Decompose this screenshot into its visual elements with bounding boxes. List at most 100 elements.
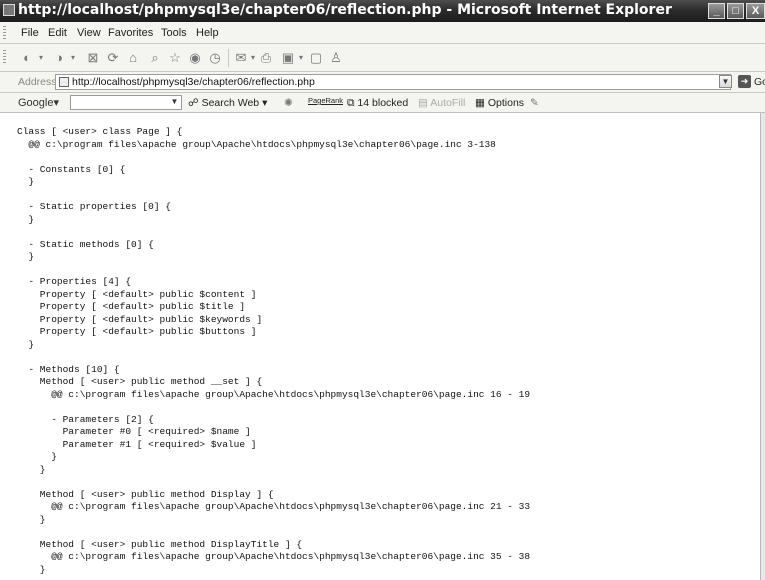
window-title: http://localhost/phpmysql3e/chapter06/re… [18,2,672,18]
output-line: } [17,463,46,475]
output-line: - Constants [0] { [17,163,126,175]
reflection-output: Class [ <user> class Page ] { @@ c:\prog… [17,126,530,580]
standard-toolbar: ◐ ▾ ◑ ▾ ⊠ ⟳ ⌂ ⌕ ☆ ◉ ◷ ✉ ▾ ⎙ ▣ ▾ ▢ ♙ [0,44,765,72]
back-dropdown-icon[interactable]: ▾ [37,50,45,65]
site-search-icon[interactable]: ✺ [284,97,293,109]
search-web-label: Search Web [201,97,260,109]
autofill-icon: ▤ [418,97,431,109]
minimize-button[interactable]: _ [708,3,725,19]
discuss-icon[interactable]: ▢ [309,50,323,65]
output-line: Property [ <default> public $keywords ] [17,313,263,325]
output-line: } [17,563,46,575]
go-arrow-icon[interactable]: ➜ [738,75,751,88]
pagerank-indicator: PageRank [308,96,344,105]
highlight-pen-icon[interactable]: ✎ [530,97,539,109]
address-bar: Address http://localhost/phpmysql3e/chap… [0,72,765,93]
output-line: } [17,213,35,225]
menu-bar: File Edit View Favorites Tools Help [0,22,765,44]
history-icon[interactable]: ◷ [208,50,222,65]
popup-blocker-button[interactable]: ⧉ 14 blocked [347,97,408,110]
options-icon: ▦ [475,97,488,109]
options-button[interactable]: ▦ Options [475,97,524,109]
toolbar-grip[interactable] [3,26,6,40]
home-icon[interactable]: ⌂ [126,50,140,65]
output-line: Property [ <default> public $content ] [17,288,257,300]
media-icon[interactable]: ◉ [188,50,202,65]
forward-icon[interactable]: ◑ [52,50,66,65]
output-line: Method [ <user> public method Display ] … [17,488,274,500]
popup-blocker-icon: ⧉ [347,97,358,109]
vertical-scrollbar[interactable] [760,113,765,580]
menu-file[interactable]: File [21,27,39,39]
google-search-input[interactable] [70,95,182,110]
toolbar-grip[interactable] [3,50,6,64]
print-icon[interactable]: ⎙ [259,50,273,65]
menu-edit[interactable]: Edit [48,27,67,39]
output-line: Property [ <default> public $title ] [17,301,246,312]
output-line: Property [ <default> public $buttons ] [17,326,257,337]
popup-blocked-count: 14 blocked [357,97,409,109]
autofill-button[interactable]: ▤ AutoFill [418,97,465,109]
messenger-icon[interactable]: ♙ [329,50,343,65]
address-dropdown-icon[interactable]: ▼ [719,75,732,88]
menu-favorites[interactable]: Favorites [108,27,153,39]
forward-dropdown-icon[interactable]: ▾ [69,50,77,65]
output-line: @@ c:\program files\apache group\Apache\… [17,501,531,512]
mail-icon[interactable]: ✉ [234,50,248,65]
google-logo-button[interactable]: Google▾ [18,96,59,109]
title-bar: http://localhost/phpmysql3e/chapter06/re… [0,0,765,22]
output-line: } [17,338,35,350]
menu-help[interactable]: Help [196,27,219,39]
output-line: Method [ <user> public method DisplayTit… [17,538,303,550]
options-label: Options [487,97,525,109]
output-line: Method [ <user> public method __set ] { [17,376,263,387]
menu-tools[interactable]: Tools [161,27,187,39]
output-line: - Properties [4] { [17,276,132,287]
refresh-icon[interactable]: ⟳ [106,50,120,65]
address-label: Address [18,76,57,88]
search-web-button[interactable]: ☍ Search Web ▾ [188,97,267,109]
maximize-button[interactable]: □ [727,3,744,19]
output-line: Parameter #1 [ <required> $value ] [17,438,257,450]
go-button[interactable]: Go [754,76,765,88]
output-line: Parameter #0 [ <required> $name ] [17,426,251,437]
binoculars-icon: ☍ [188,97,202,109]
favorites-icon[interactable]: ☆ [168,50,182,65]
output-line: } [17,451,57,462]
address-url[interactable]: http://localhost/phpmysql3e/chapter06/re… [72,76,315,88]
search-icon[interactable]: ⌕ [148,50,162,65]
output-line: } [17,251,35,262]
stop-icon[interactable]: ⊠ [86,50,100,65]
output-line: - Static properties [0] { [17,201,171,212]
google-toolbar: Google▾ ▼ ☍ Search Web ▾ ✺ PageRank ⧉ 14… [0,93,765,113]
back-icon[interactable]: ◐ [20,50,34,65]
mail-dropdown-icon[interactable]: ▾ [249,50,257,65]
close-button[interactable]: X [746,3,765,19]
edit-icon[interactable]: ▣ [281,50,295,65]
edit-dropdown-icon[interactable]: ▾ [297,50,305,65]
output-line: Class [ <user> class Page ] { [17,126,183,137]
toolbar-separator [228,49,229,67]
address-input[interactable]: http://localhost/phpmysql3e/chapter06/re… [55,74,731,90]
page-icon [59,77,69,87]
output-line: @@ c:\program files\apache group\Apache\… [17,388,531,400]
autofill-label: AutoFill [430,97,466,109]
ie-app-icon[interactable] [3,4,15,16]
output-line: - Static methods [0] { [17,238,154,250]
menu-view[interactable]: View [77,27,101,39]
google-search-dropdown-icon[interactable]: ▼ [168,96,181,109]
page-content: Class [ <user> class Page ] { @@ c:\prog… [0,113,761,580]
output-line: } [17,513,46,525]
output-line: @@ c:\program files\apache group\Apache\… [17,551,531,562]
output-line: - Methods [10] { [17,363,120,375]
google-logo: Google [18,97,54,109]
